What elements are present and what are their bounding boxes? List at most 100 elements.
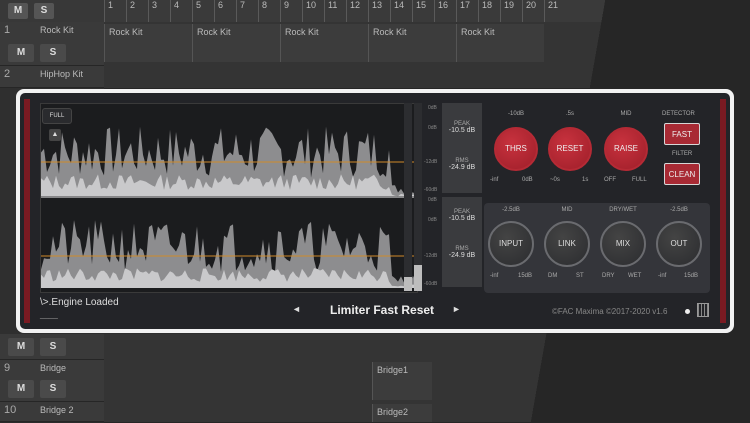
full-view-button[interactable]: FULL bbox=[42, 108, 72, 124]
ruler-tick: 13 bbox=[368, 0, 382, 22]
input-knob[interactable]: INPUT bbox=[488, 221, 534, 267]
io-panel: -2.5dB INPUT -inf 15dB MID LINK DM ST DR… bbox=[484, 203, 710, 293]
clip[interactable]: Bridge1 bbox=[372, 362, 432, 400]
ruler-tick: 19 bbox=[500, 0, 514, 22]
ruler-tick: 1 bbox=[104, 0, 113, 22]
knob-max: 1s bbox=[582, 177, 589, 183]
knob-value: MID bbox=[620, 111, 632, 117]
bottom-readout: PEAK -10.5 dB RMS -24.9 dB bbox=[442, 197, 482, 287]
knob-max: 15dB bbox=[518, 273, 533, 279]
detector-label: DETECTOR bbox=[662, 111, 695, 117]
peak-value: -10.5 dB bbox=[448, 127, 476, 134]
knob-value: -2.5dB bbox=[670, 207, 688, 213]
level-meter-1 bbox=[404, 103, 412, 291]
knob-max: 0dB bbox=[522, 177, 533, 183]
ruler-tick: 17 bbox=[456, 0, 470, 22]
up-arrow-icon[interactable]: ▲ bbox=[49, 129, 61, 141]
level-meter-2 bbox=[414, 103, 422, 291]
track-solo-button[interactable]: S bbox=[40, 380, 66, 398]
global-controls: M S bbox=[0, 0, 104, 22]
knob-min: -inf bbox=[658, 273, 667, 279]
engine-status: \>.Engine Loaded bbox=[40, 297, 119, 308]
ruler-tick: 5 bbox=[192, 0, 201, 22]
track-solo-button[interactable]: S bbox=[40, 338, 66, 356]
plugin-panel: FULL ▲ 0dB 0dB -12dB -60dB 0dB 0dB -12dB… bbox=[20, 93, 730, 329]
clip[interactable]: Bridge2 bbox=[372, 404, 432, 422]
ruler-tick: 4 bbox=[170, 0, 179, 22]
knob-min: -inf bbox=[490, 273, 499, 279]
raise-knob[interactable]: RAISE bbox=[604, 127, 648, 171]
knob-max: WET bbox=[628, 273, 642, 279]
filter-label: FILTER bbox=[672, 151, 693, 157]
clip[interactable]: Rock Kit bbox=[104, 24, 192, 62]
copyright-text: ©FAC Maxima ©2017-2020 v1.6 bbox=[552, 307, 668, 316]
peak-value: -10.5 dB bbox=[448, 215, 476, 222]
scale-label: 0dB bbox=[428, 217, 437, 223]
knob-value: -2.5dB bbox=[502, 207, 520, 213]
ruler-tick: 16 bbox=[434, 0, 448, 22]
ruler-tick: 6 bbox=[214, 0, 223, 22]
track-mute-button[interactable]: M bbox=[8, 338, 34, 356]
next-preset-button[interactable]: ► bbox=[452, 304, 461, 314]
right-side-bar bbox=[720, 99, 726, 323]
track-mute-button[interactable]: M bbox=[8, 380, 34, 398]
track-number: 1 bbox=[4, 24, 11, 36]
mix-knob[interactable]: MIX bbox=[600, 221, 646, 267]
rms-value: -24.9 dB bbox=[448, 252, 476, 259]
ruler-tick: 10 bbox=[302, 0, 316, 22]
track-name: Bridge bbox=[40, 363, 67, 373]
waveform-top bbox=[41, 126, 417, 198]
knob-min: DM bbox=[548, 273, 558, 279]
top-readout: PEAK -10.5 dB RMS -24.9 dB bbox=[442, 103, 482, 193]
track-header-2[interactable]: 2 HipHop Kit bbox=[0, 66, 104, 88]
track-header-1[interactable]: 1 Rock Kit M S bbox=[0, 22, 104, 66]
settings-grid-icon[interactable] bbox=[697, 303, 709, 317]
track-header-8[interactable]: M S bbox=[0, 334, 104, 360]
status-led bbox=[685, 309, 690, 314]
knob-min: ~0s bbox=[550, 177, 560, 183]
scale-label: -12dB bbox=[424, 159, 438, 165]
link-knob[interactable]: LINK bbox=[544, 221, 590, 267]
knob-value: MID bbox=[561, 207, 573, 213]
mute-all-button[interactable]: M bbox=[8, 3, 28, 19]
status-underline: ____ bbox=[40, 310, 58, 319]
knob-value: .5s bbox=[565, 111, 574, 117]
scale-label: -60dB bbox=[424, 187, 438, 193]
detector-fast-button[interactable]: FAST bbox=[664, 123, 700, 145]
track-header-9[interactable]: 9 Bridge M S bbox=[0, 360, 104, 402]
track-number: 10 bbox=[4, 404, 17, 416]
track-name: HipHop Kit bbox=[40, 69, 84, 79]
ruler-tick: 11 bbox=[324, 0, 337, 22]
ruler-tick: 15 bbox=[412, 0, 426, 22]
solo-all-button[interactable]: S bbox=[34, 3, 54, 19]
track-header-10[interactable]: 10 Bridge 2 bbox=[0, 402, 104, 422]
knob-min: DRY bbox=[602, 273, 615, 279]
clip[interactable]: Rock Kit bbox=[280, 24, 368, 62]
track-name: Rock Kit bbox=[40, 25, 74, 35]
plugin-window: FULL ▲ 0dB 0dB -12dB -60dB 0dB 0dB -12dB… bbox=[16, 89, 734, 333]
ruler-tick: 18 bbox=[478, 0, 492, 22]
scale-label: 0dB bbox=[428, 125, 437, 131]
ruler-tick: 7 bbox=[236, 0, 245, 22]
track-number: 9 bbox=[4, 362, 11, 374]
knob-max: ST bbox=[576, 273, 584, 279]
scale-label: 0dB bbox=[428, 105, 437, 111]
track-solo-button[interactable]: S bbox=[40, 44, 66, 62]
ruler-tick: 14 bbox=[390, 0, 404, 22]
reset-knob[interactable]: RESET bbox=[548, 127, 592, 171]
scale-label: -60dB bbox=[424, 281, 438, 287]
knob-max: 15dB bbox=[684, 273, 699, 279]
prev-preset-button[interactable]: ◄ bbox=[292, 304, 301, 314]
clip[interactable]: Rock Kit bbox=[192, 24, 280, 62]
knob-min: -inf bbox=[490, 177, 499, 183]
filter-clean-button[interactable]: CLEAN bbox=[664, 163, 700, 185]
scale-label: -12dB bbox=[424, 253, 438, 259]
threshold-knob[interactable]: THRS bbox=[494, 127, 538, 171]
preset-name[interactable]: Limiter Fast Reset bbox=[330, 303, 434, 317]
track-mute-button[interactable]: M bbox=[8, 44, 34, 62]
ruler-tick: 3 bbox=[148, 0, 157, 22]
clip[interactable]: Rock Kit bbox=[368, 24, 456, 62]
knob-min: OFF bbox=[604, 177, 616, 183]
output-knob[interactable]: OUT bbox=[656, 221, 702, 267]
track-number: 2 bbox=[4, 68, 11, 80]
